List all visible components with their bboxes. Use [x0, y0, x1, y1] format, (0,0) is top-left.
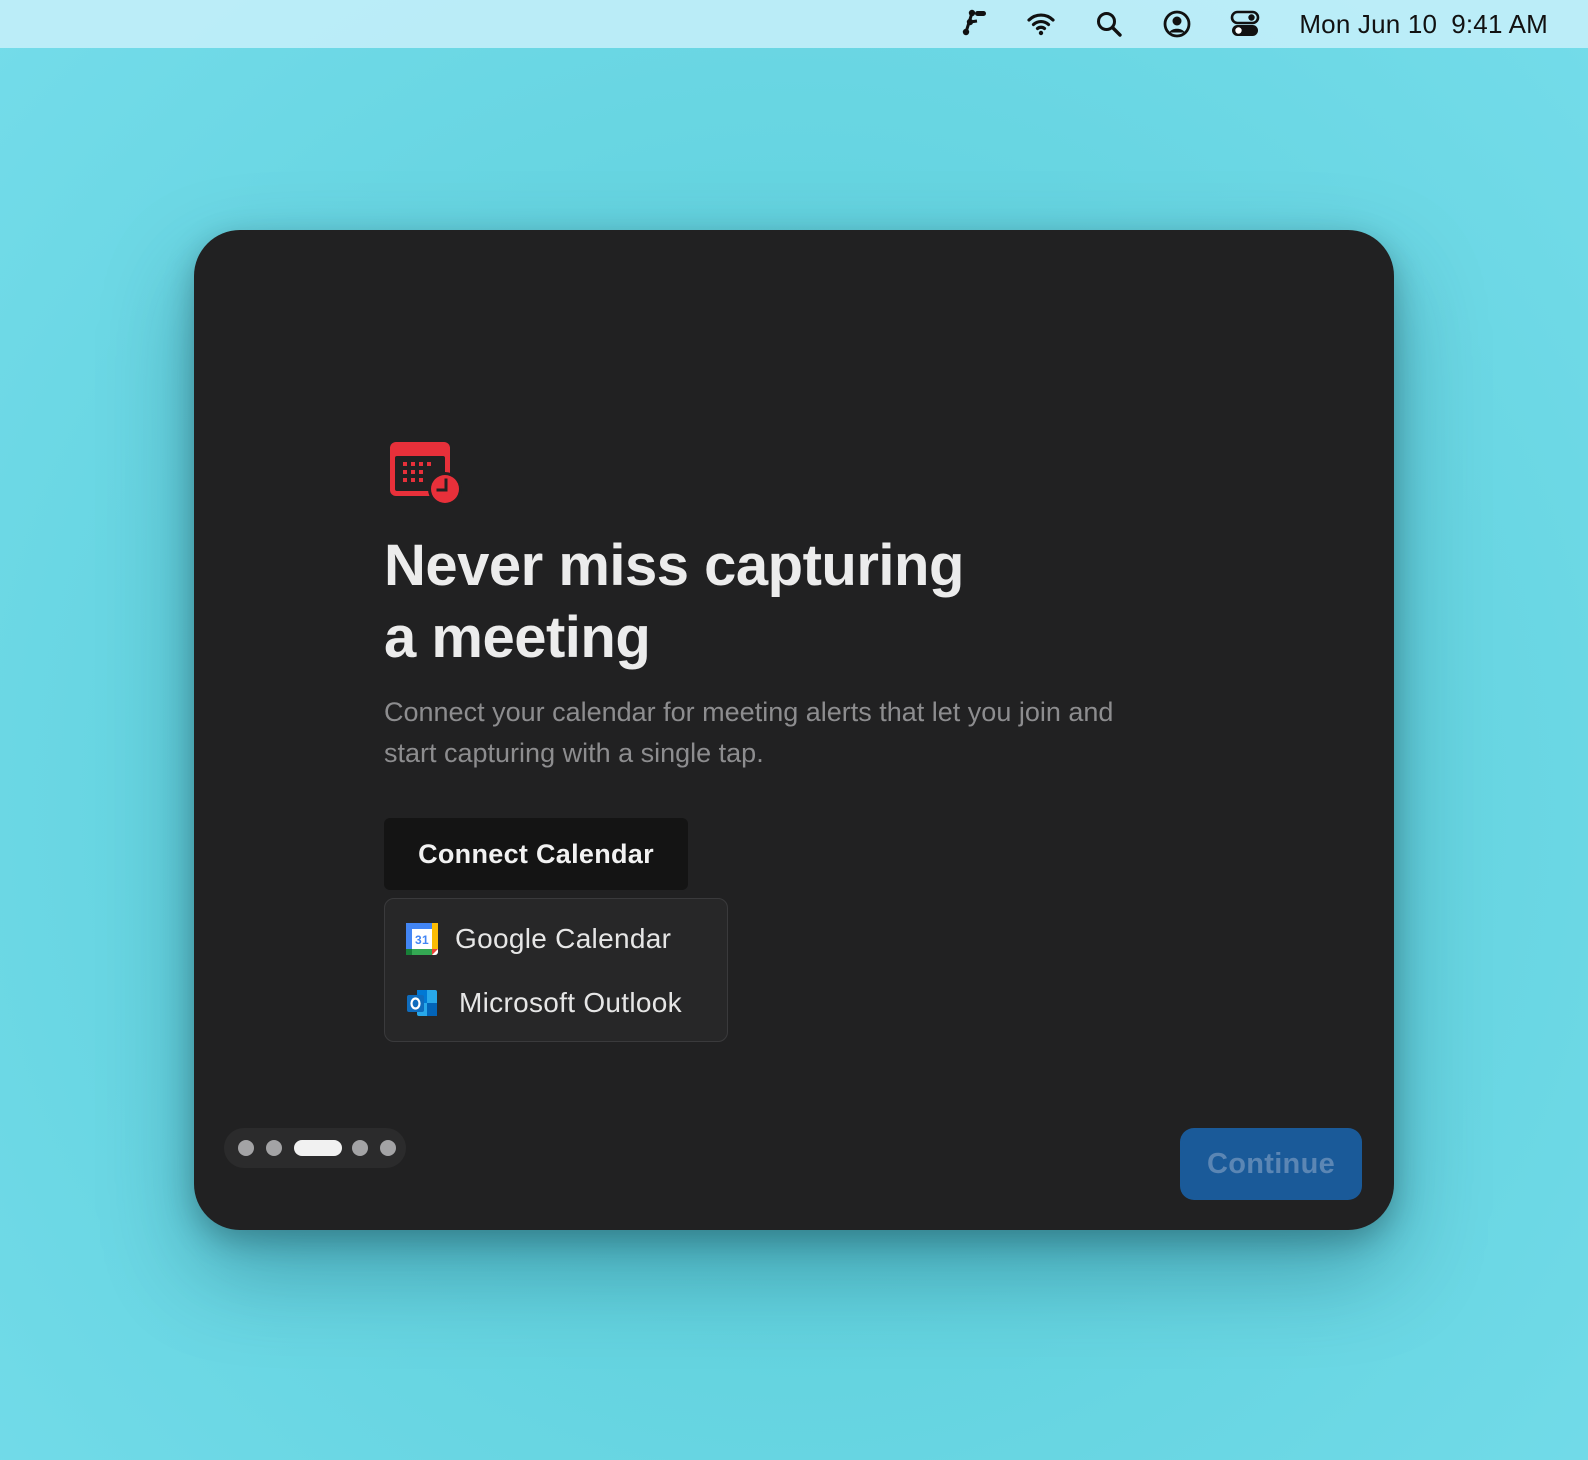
- title-line-1: Never miss capturing: [384, 533, 964, 598]
- provider-label: Google Calendar: [455, 923, 672, 954]
- calendar-provider-menu: 31 Google Calendar Microsoft Outlook: [384, 898, 728, 1042]
- calendar-clock-icon: [390, 442, 462, 506]
- provider-microsoft-outlook[interactable]: Microsoft Outlook: [405, 983, 682, 1023]
- continue-button[interactable]: Continue: [1180, 1128, 1362, 1200]
- provider-google-calendar[interactable]: 31 Google Calendar: [405, 919, 671, 959]
- user-account-icon[interactable]: [1161, 8, 1193, 40]
- menu-bar: Mon Jun 10 9:41 AM: [0, 0, 1588, 48]
- search-icon[interactable]: [1093, 8, 1125, 40]
- menu-bar-date: Mon Jun 10: [1299, 8, 1438, 39]
- onboarding-subtitle: Connect your calendar for meeting alerts…: [384, 692, 1224, 774]
- subtitle-line-2: start capturing with a single tap.: [384, 738, 764, 768]
- onboarding-title: Never miss capturing a meeting: [384, 530, 1084, 674]
- control-center-icon[interactable]: [1229, 8, 1261, 40]
- page-dot-1[interactable]: [238, 1140, 254, 1156]
- svg-text:31: 31: [415, 933, 429, 947]
- page-dot-4[interactable]: [352, 1140, 368, 1156]
- connect-calendar-button[interactable]: Connect Calendar: [384, 818, 688, 890]
- app-status-icon[interactable]: [957, 8, 989, 40]
- subtitle-line-1: Connect your calendar for meeting alerts…: [384, 697, 1114, 727]
- menu-bar-clock[interactable]: Mon Jun 10 9:41 AM: [1299, 9, 1548, 40]
- title-line-2: a meeting: [384, 605, 651, 670]
- microsoft-outlook-icon: [407, 990, 437, 1016]
- page-dot-5[interactable]: [380, 1140, 396, 1156]
- page-indicator: [224, 1128, 406, 1168]
- onboarding-window: Never miss capturing a meeting Connect y…: [194, 230, 1394, 1230]
- page-dot-3-active[interactable]: [294, 1140, 342, 1156]
- menu-bar-time: 9:41 AM: [1451, 8, 1548, 39]
- provider-label: Microsoft Outlook: [459, 987, 682, 1018]
- page-dot-2[interactable]: [266, 1140, 282, 1156]
- google-calendar-icon: 31: [406, 923, 438, 955]
- wifi-icon[interactable]: [1025, 8, 1057, 40]
